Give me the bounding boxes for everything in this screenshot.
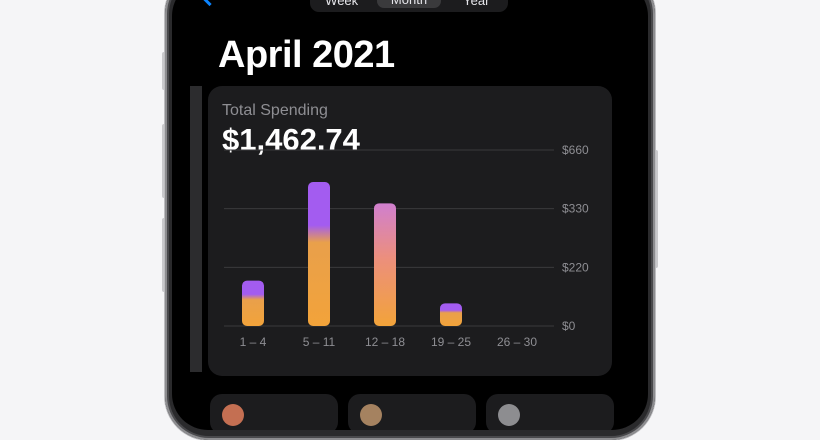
x-tick-label: 26 – 30 (497, 335, 537, 349)
segment-week[interactable]: Week (310, 0, 373, 12)
bar[interactable] (440, 303, 462, 326)
chevron-left-icon[interactable] (198, 0, 221, 7)
x-tick-label: 19 – 25 (431, 335, 471, 349)
bar[interactable] (308, 182, 330, 326)
y-tick-label: $220 (562, 260, 589, 274)
x-tick-label: 5 – 11 (303, 335, 336, 349)
category-icon (498, 404, 520, 426)
x-tick-label: 12 – 18 (365, 335, 405, 349)
y-tick-label: $0 (562, 319, 576, 333)
period-segmented-control[interactable]: Week Month Year (310, 0, 508, 12)
segment-month[interactable]: Month (377, 0, 441, 8)
spending-bar-chart: 1 – 4 5 – 11 12 – 18 19 – 25 26 – 30 $660 $33… (224, 143, 589, 349)
previous-card-edge[interactable] (190, 86, 202, 372)
phone-screen: Week Month Year April 2021 Total Spendin… (172, 0, 648, 430)
page-title: April 2021 (218, 34, 395, 76)
device-stage: Week Month Year April 2021 Total Spendin… (0, 0, 820, 440)
segment-year[interactable]: Year (445, 0, 508, 12)
bar[interactable] (374, 203, 396, 326)
category-card[interactable] (348, 394, 476, 430)
category-icon (360, 404, 382, 426)
category-card[interactable] (210, 394, 338, 430)
x-tick-label: 1 – 4 (240, 335, 267, 349)
spending-card[interactable]: Total Spending $1,462.74 1 – 4 5 – 11 12… (208, 86, 612, 376)
y-tick-label: $660 (562, 143, 589, 157)
y-tick-label: $330 (562, 202, 589, 216)
category-card[interactable] (486, 394, 614, 430)
category-icon (222, 404, 244, 426)
bar[interactable] (242, 280, 264, 326)
